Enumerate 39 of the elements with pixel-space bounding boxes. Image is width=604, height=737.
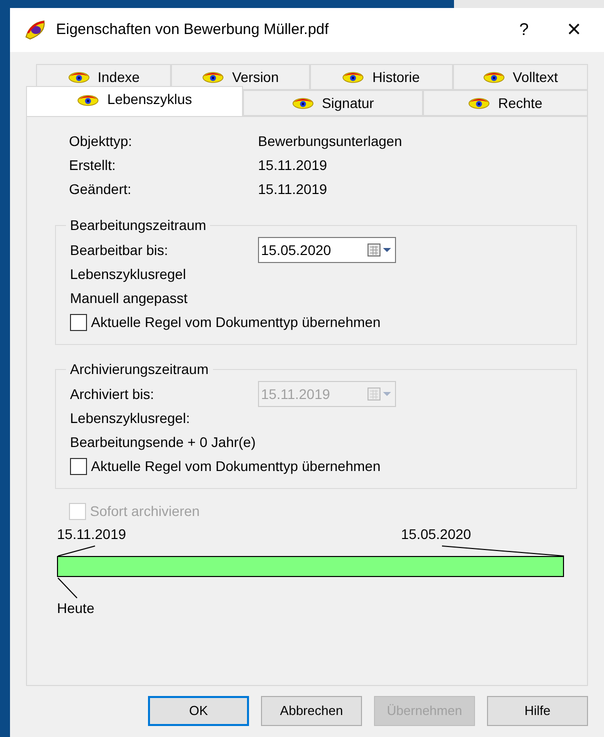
field-label: Archiviert bis:	[70, 384, 156, 404]
end-date-label: 15.05.2020	[401, 525, 472, 543]
dialog-button[interactable]: Hilfe	[487, 696, 588, 726]
field-label: Erstellt:	[69, 156, 117, 174]
field-value: Bearbeitungsende + 0 Jahr(e)	[70, 432, 256, 452]
eye-icon	[202, 71, 224, 83]
tab[interactable]: Rechte	[422, 90, 588, 116]
tab[interactable]: Historie	[310, 64, 453, 90]
eye-icon	[342, 71, 364, 83]
tab[interactable]: Lebenszyklus	[26, 86, 244, 116]
field-label: Lebenszyklusregel	[70, 264, 186, 284]
field-value: 15.11.2019	[258, 156, 328, 174]
window-title: Eigenschaften von Bewerbung Müller.pdf	[56, 20, 330, 40]
leader-line	[57, 545, 97, 557]
dialog-button[interactable]: Abbrechen	[261, 696, 362, 726]
eye-icon	[468, 97, 490, 109]
leader-line	[57, 577, 79, 599]
help-button[interactable]: ?	[504, 10, 544, 50]
field-value: 15.11.2019	[258, 180, 328, 198]
field-label: Lebenszyklusregel:	[70, 408, 190, 428]
eye-icon	[292, 97, 314, 109]
field-label: Bearbeitbar bis:	[70, 240, 170, 260]
field-value: Manuell angepasst	[70, 288, 188, 308]
tab[interactable]: Volltext	[452, 64, 588, 90]
tab[interactable]: Signatur	[243, 90, 423, 116]
eye-icon	[482, 71, 505, 83]
date-field[interactable]: 15.05.2020	[258, 237, 396, 263]
today-label: Heute	[57, 599, 94, 617]
field-label: Geändert:	[69, 180, 132, 198]
start-date-label: 15.11.2019	[57, 525, 126, 543]
close-button[interactable]: ×	[544, 10, 604, 50]
eye-icon	[68, 71, 90, 83]
eye-icon	[77, 94, 100, 106]
tab[interactable]: Version	[171, 64, 310, 90]
field-value: Bewerbungsunterlagen	[258, 132, 402, 151]
checkbox[interactable]: Aktuelle Regel vom Dokumenttyp übernehmen	[70, 312, 380, 332]
dialog-button[interactable]: OK	[148, 696, 249, 726]
field-label: Objekttyp:	[69, 132, 134, 151]
calendar-dropdown-icon[interactable]	[367, 243, 393, 257]
